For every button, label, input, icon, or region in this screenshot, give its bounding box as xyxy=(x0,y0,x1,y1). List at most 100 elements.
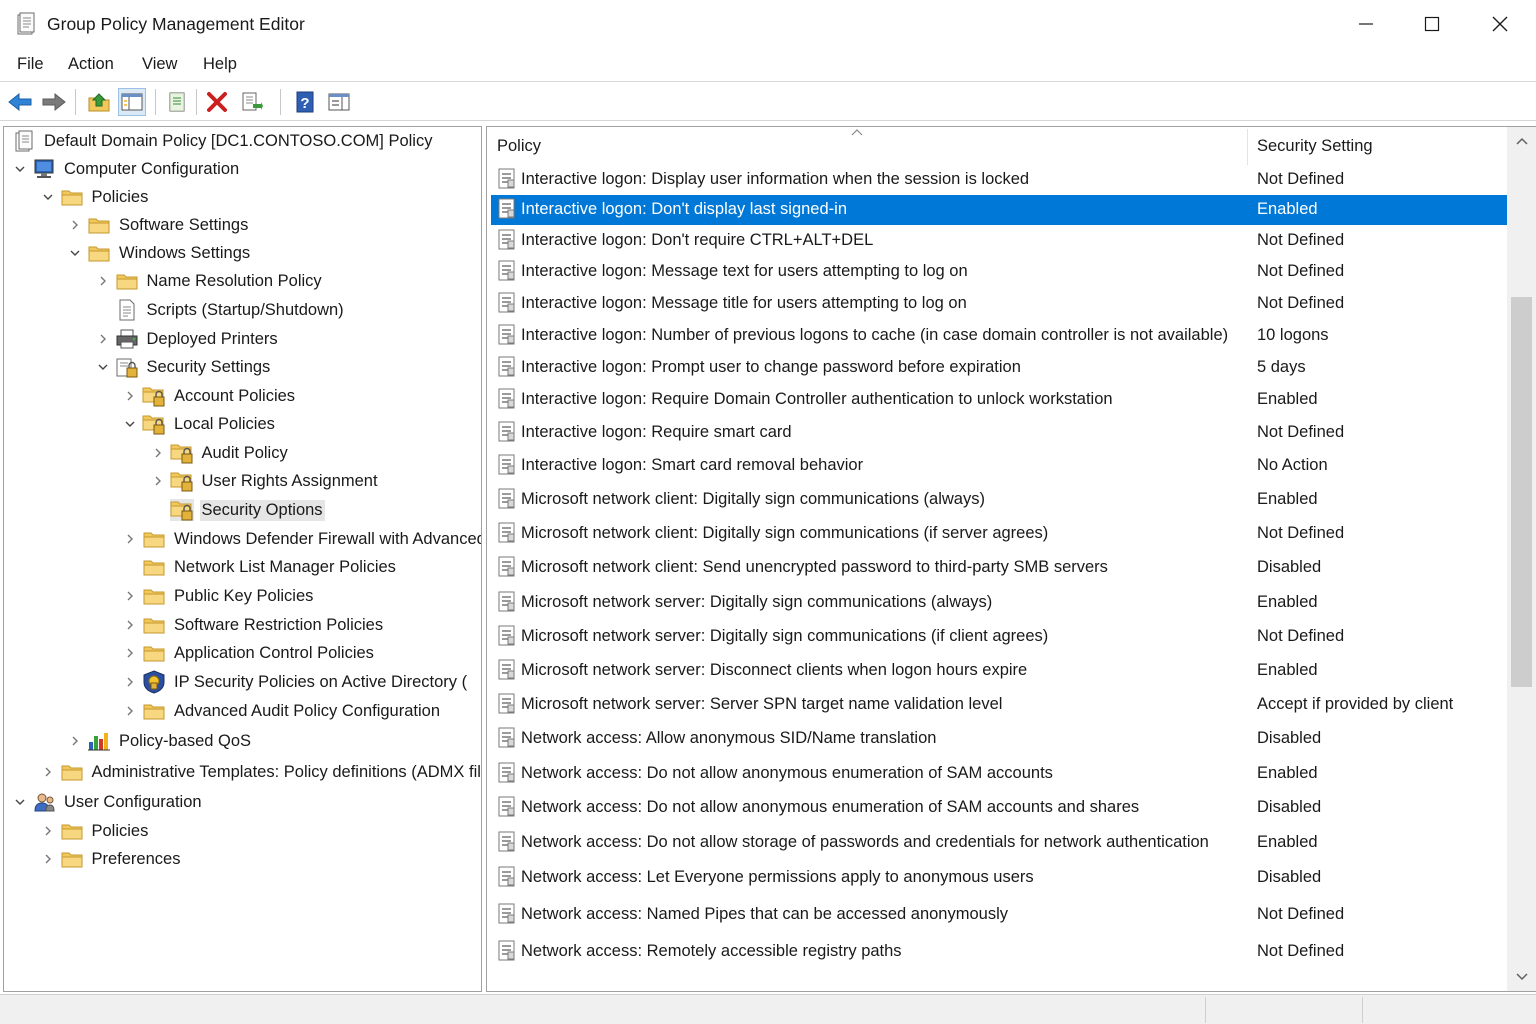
column-header-security-setting[interactable]: Security Setting xyxy=(1257,137,1373,156)
vertical-scrollbar[interactable] xyxy=(1507,127,1536,991)
tree-software-restriction-policies[interactable]: Software Restriction Policies xyxy=(122,611,385,639)
expand-toggle[interactable] xyxy=(12,794,28,810)
expand-toggle[interactable] xyxy=(122,531,138,547)
tree-security-options[interactable]: Security Options xyxy=(150,496,325,524)
tree-deployed-printers[interactable]: Deployed Printers xyxy=(95,325,280,353)
policy-row[interactable]: Interactive logon: Don't display last si… xyxy=(491,195,1507,225)
security-setting-value: Enabled xyxy=(1257,661,1318,679)
policy-row[interactable]: Interactive logon: Message text for user… xyxy=(491,257,1507,287)
tree-administrative-templates[interactable]: Administrative Templates: Policy definit… xyxy=(40,758,481,786)
policy-row[interactable]: Network access: Do not allow anonymous e… xyxy=(491,759,1507,789)
tree-computer-configuration[interactable]: Computer Configuration xyxy=(12,155,241,183)
expand-toggle[interactable] xyxy=(67,245,83,261)
expand-toggle[interactable] xyxy=(40,764,56,780)
expand-toggle[interactable] xyxy=(150,473,166,489)
scrollbar-thumb[interactable] xyxy=(1511,297,1532,687)
scroll-up-button[interactable] xyxy=(1507,127,1536,155)
tree-software-settings[interactable]: Software Settings xyxy=(67,211,250,239)
up-one-level-button[interactable] xyxy=(85,88,113,116)
expand-toggle[interactable] xyxy=(122,388,138,404)
tree-audit-policy[interactable]: Audit Policy xyxy=(150,439,290,467)
expand-toggle[interactable] xyxy=(95,273,111,289)
policy-row[interactable]: Network access: Let Everyone permissions… xyxy=(491,863,1507,893)
expand-toggle[interactable] xyxy=(40,823,56,839)
policy-row[interactable]: Network access: Do not allow anonymous e… xyxy=(491,793,1507,823)
policy-row[interactable]: Interactive logon: Smart card removal be… xyxy=(491,451,1507,481)
policy-name: Network access: Do not allow anonymous e… xyxy=(521,798,1140,816)
expand-toggle[interactable] xyxy=(95,359,111,375)
policy-row[interactable]: Network access: Allow anonymous SID/Name… xyxy=(491,724,1507,754)
policy-row[interactable]: Network access: Do not allow storage of … xyxy=(491,828,1507,858)
expand-toggle[interactable] xyxy=(67,217,83,233)
expand-toggle[interactable] xyxy=(67,733,83,749)
details-pane[interactable]: Policy Security Setting Interactive logo… xyxy=(486,126,1536,992)
tree-security-settings[interactable]: Security Settings xyxy=(95,353,273,381)
policy-name: Network access: Named Pipes that can be … xyxy=(521,905,1008,923)
back-button[interactable] xyxy=(6,88,34,116)
policy-row[interactable]: Microsoft network server: Digitally sign… xyxy=(491,622,1507,652)
menu-view[interactable]: View xyxy=(141,55,178,74)
policy-row[interactable]: Microsoft network client: Send unencrypt… xyxy=(491,553,1507,583)
tree-policies[interactable]: Policies xyxy=(40,183,151,211)
expand-toggle[interactable] xyxy=(122,703,138,719)
expand-toggle[interactable] xyxy=(12,161,28,177)
policy-row[interactable]: Interactive logon: Require Domain Contro… xyxy=(491,385,1507,415)
menu-action[interactable]: Action xyxy=(67,55,115,74)
policy-row[interactable]: Microsoft network server: Disconnect cli… xyxy=(491,656,1507,686)
policy-row[interactable]: Microsoft network server: Digitally sign… xyxy=(491,588,1507,618)
close-button[interactable] xyxy=(1466,0,1534,48)
tree-windows-settings[interactable]: Windows Settings xyxy=(67,239,252,267)
column-header-policy[interactable]: Policy xyxy=(497,137,541,156)
expand-toggle[interactable] xyxy=(122,617,138,633)
expand-toggle[interactable] xyxy=(95,331,111,347)
expand-toggle[interactable] xyxy=(122,674,138,690)
tree-public-key-policies[interactable]: Public Key Policies xyxy=(122,582,315,610)
minimize-button[interactable] xyxy=(1332,0,1400,48)
properties-button[interactable] xyxy=(163,88,191,116)
tree-account-policies[interactable]: Account Policies xyxy=(122,382,297,410)
policy-row[interactable]: Microsoft network client: Digitally sign… xyxy=(491,485,1507,515)
tree-user-configuration[interactable]: User Configuration xyxy=(12,788,204,816)
tree-name-resolution-policy[interactable]: Name Resolution Policy xyxy=(95,267,324,295)
delete-button[interactable] xyxy=(203,88,231,116)
tree-policy-based-qos[interactable]: Policy-based QoS xyxy=(67,727,253,755)
policy-row[interactable]: Interactive logon: Don't require CTRL+AL… xyxy=(491,226,1507,256)
expand-toggle[interactable] xyxy=(122,645,138,661)
expand-toggle[interactable] xyxy=(122,588,138,604)
policy-row[interactable]: Microsoft network server: Server SPN tar… xyxy=(491,690,1507,720)
expand-toggle[interactable] xyxy=(150,445,166,461)
expand-toggle[interactable] xyxy=(40,851,56,867)
scroll-down-button[interactable] xyxy=(1507,963,1536,991)
policy-row[interactable]: Interactive logon: Require smart card Not… xyxy=(491,418,1507,448)
tree-application-control-policies[interactable]: Application Control Policies xyxy=(122,639,376,667)
expand-toggle[interactable] xyxy=(40,189,56,205)
menu-file[interactable]: File xyxy=(16,55,45,74)
tree-user-preferences[interactable]: Preferences xyxy=(40,845,183,873)
policy-row[interactable]: Network access: Named Pipes that can be … xyxy=(491,900,1507,930)
policy-row[interactable]: Interactive logon: Message title for use… xyxy=(491,289,1507,319)
tree-user-rights-assignment[interactable]: User Rights Assignment xyxy=(150,467,380,495)
tree-windows-defender-firewall[interactable]: Windows Defender Firewall with Advanced … xyxy=(122,525,481,553)
policy-row[interactable]: Microsoft network client: Digitally sign… xyxy=(491,519,1507,549)
show-action-pane-button[interactable] xyxy=(325,88,353,116)
tree-network-list-manager[interactable]: Network List Manager Policies xyxy=(122,553,398,581)
tree-ip-security-policies[interactable]: IP Security Policies on Active Directory… xyxy=(122,668,469,696)
tree-advanced-audit-policy[interactable]: Advanced Audit Policy Configuration xyxy=(122,697,442,725)
show-hide-console-tree-button[interactable] xyxy=(118,88,146,116)
console-tree-pane[interactable]: Default Domain Policy [DC1.CONTOSO.COM] … xyxy=(3,126,482,992)
tree-scripts[interactable]: Scripts (Startup/Shutdown) xyxy=(95,296,346,324)
column-divider[interactable] xyxy=(1247,129,1248,165)
menu-help[interactable]: Help xyxy=(202,55,238,74)
policy-row[interactable]: Network access: Remotely accessible regi… xyxy=(491,937,1507,967)
expand-toggle[interactable] xyxy=(122,416,138,432)
tree-user-policies[interactable]: Policies xyxy=(40,817,151,845)
export-list-button[interactable] xyxy=(238,88,266,116)
policy-row[interactable]: Interactive logon: Number of previous lo… xyxy=(491,321,1507,351)
forward-button[interactable] xyxy=(40,88,68,116)
tree-local-policies[interactable]: Local Policies xyxy=(122,410,277,438)
policy-row[interactable]: Interactive logon: Display user informat… xyxy=(491,165,1507,195)
maximize-button[interactable] xyxy=(1398,0,1466,48)
help-button[interactable]: ? xyxy=(291,88,319,116)
policy-row[interactable]: Interactive logon: Prompt user to change… xyxy=(491,353,1507,383)
tree-root[interactable]: Default Domain Policy [DC1.CONTOSO.COM] … xyxy=(12,127,434,155)
